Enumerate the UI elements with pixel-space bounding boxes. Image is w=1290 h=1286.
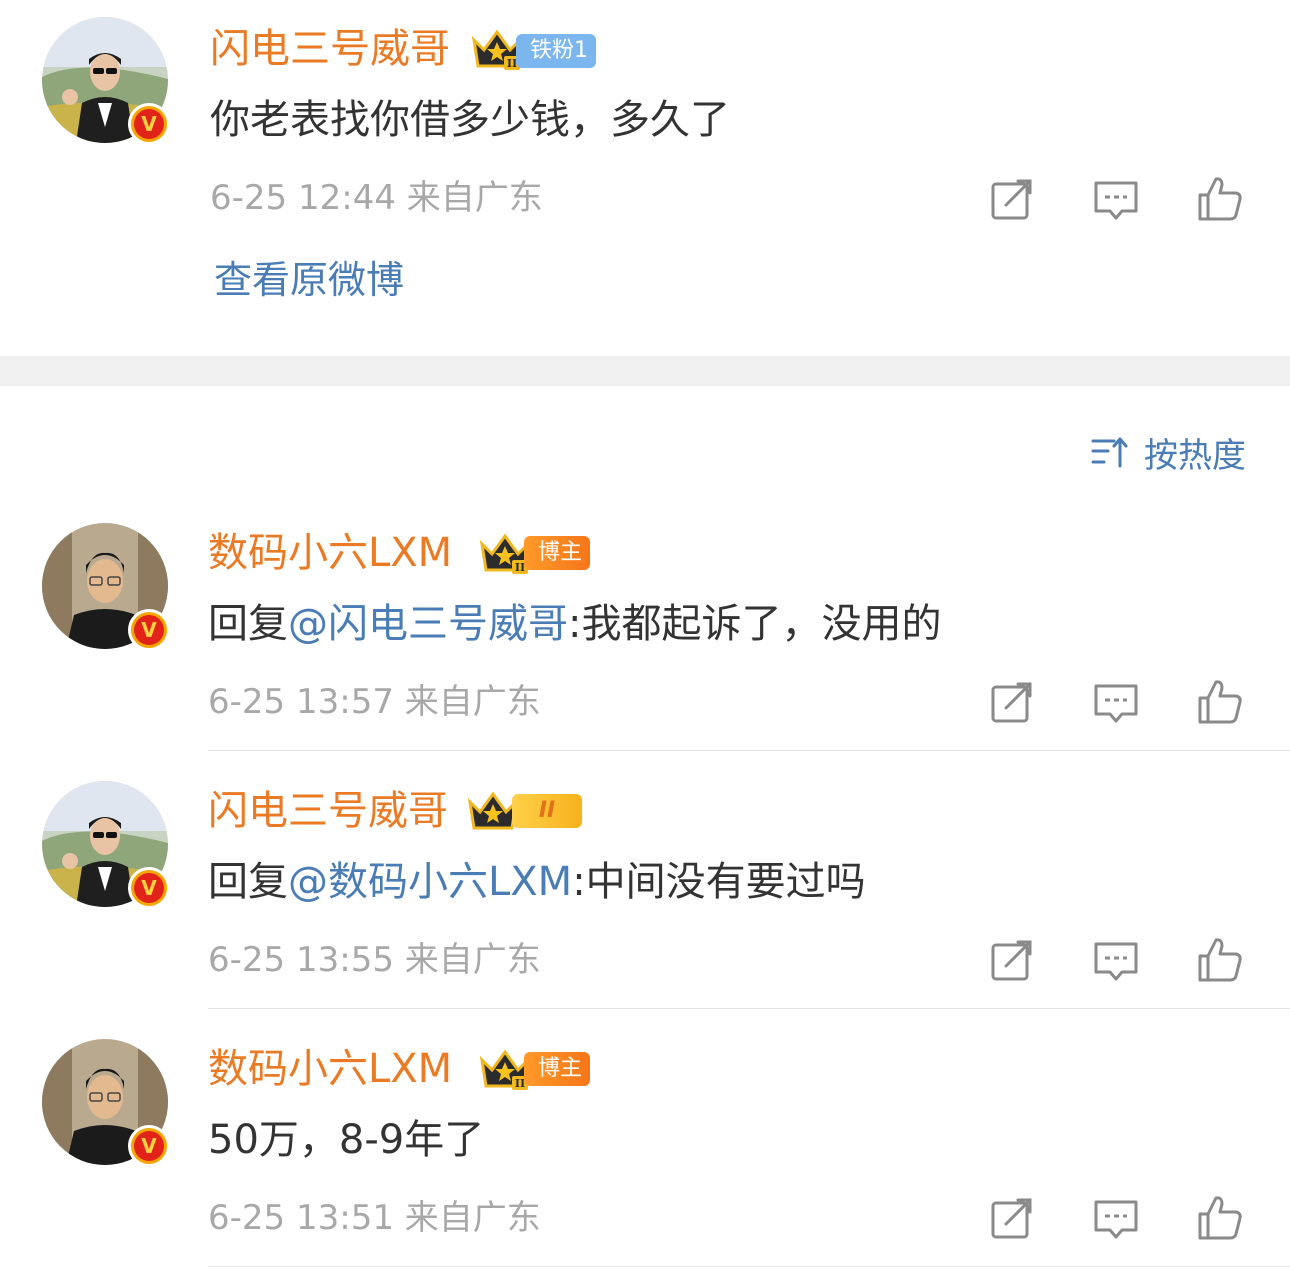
reply-text: 回复@闪电三号威哥:我都起诉了，没用的 [208, 596, 941, 652]
comment-meta: 6-25 12:44 来自广东 [210, 178, 543, 218]
comment-icon[interactable] [1092, 678, 1140, 726]
comment-actions [988, 1194, 1248, 1244]
comment-icon[interactable] [1092, 936, 1140, 984]
reply-text: 50万，8-9年了 [208, 1117, 485, 1163]
reply-text: 回复@数码小六LXM:中间没有要过吗 [208, 854, 866, 910]
comment-actions [988, 175, 1248, 225]
verified-v-icon: V [128, 867, 170, 909]
comment-meta: 6-25 13:55 来自广东 [208, 940, 541, 980]
avatar[interactable]: V [42, 523, 170, 651]
section-separator [0, 356, 1290, 386]
avatar[interactable]: V [42, 1039, 170, 1167]
share-icon[interactable] [988, 936, 1036, 984]
reply-item: V 数码小六LXM II 博主 50万，8-9年了 6-25 13:51 来自广… [0, 1024, 1290, 1270]
comment-meta: 6-25 13:57 来自广东 [208, 682, 541, 722]
reply-body: :中间没有要过吗 [572, 859, 866, 905]
view-original-link[interactable]: 查看原微博 [214, 254, 404, 306]
username[interactable]: 数码小六LXM [208, 528, 452, 578]
blogger-badge: 博主 [524, 1052, 591, 1086]
share-icon[interactable] [988, 1194, 1036, 1242]
comment-actions [988, 936, 1248, 986]
thumbs-up-icon[interactable] [1196, 1194, 1244, 1242]
username[interactable]: 闪电三号威哥 [208, 786, 448, 836]
comment-icon[interactable] [1092, 1194, 1140, 1242]
comment-text: 你老表找你借多少钱，多久了 [210, 97, 730, 143]
sort-label: 按热度 [1144, 435, 1246, 476]
reply-divider [208, 1008, 1290, 1009]
comment-actions [988, 678, 1248, 728]
verified-v-icon: V [128, 1125, 170, 1167]
sort-toggle[interactable]: 按热度 [1090, 428, 1246, 476]
username[interactable]: 数码小六LXM [208, 1044, 452, 1094]
comment-meta: 6-25 13:51 来自广东 [208, 1198, 541, 1238]
thumbs-up-icon[interactable] [1196, 175, 1244, 223]
reply-divider [208, 1266, 1290, 1267]
avatar[interactable]: V [42, 17, 170, 145]
thumbs-up-icon[interactable] [1196, 936, 1244, 984]
blogger-badge: 博主 [524, 536, 591, 570]
share-icon[interactable] [988, 175, 1036, 223]
verified-v-icon: V [128, 103, 170, 145]
reply-prefix: 回复 [208, 601, 288, 647]
thumbs-up-icon[interactable] [1196, 678, 1244, 726]
mention-link[interactable]: @闪电三号威哥 [288, 601, 568, 647]
reply-item: V 闪电三号威哥 II 回复@数码小六LXM:中间没有要过吗 6-25 13:5… [0, 766, 1290, 1012]
avatar[interactable]: V [42, 781, 170, 909]
reply-divider [208, 750, 1290, 751]
top-comment: V 闪电三号威哥 II 铁粉1 你老表找你借多少钱，多久了 6-25 12:44… [0, 0, 1290, 356]
reply-item: V 数码小六LXM II 博主 回复@闪电三号威哥:我都起诉了，没用的 6-25… [0, 508, 1290, 754]
share-icon[interactable] [988, 678, 1036, 726]
username[interactable]: 闪电三号威哥 [210, 24, 450, 74]
fan-level-badge: 铁粉1 [516, 34, 596, 68]
mention-link[interactable]: @数码小六LXM [288, 859, 572, 905]
reply-body: :我都起诉了，没用的 [568, 601, 942, 647]
reply-prefix: 回复 [208, 859, 288, 905]
sort-icon [1091, 437, 1128, 468]
verified-v-icon: V [128, 609, 170, 651]
comment-icon[interactable] [1092, 175, 1140, 223]
level-badge: II [512, 794, 582, 828]
